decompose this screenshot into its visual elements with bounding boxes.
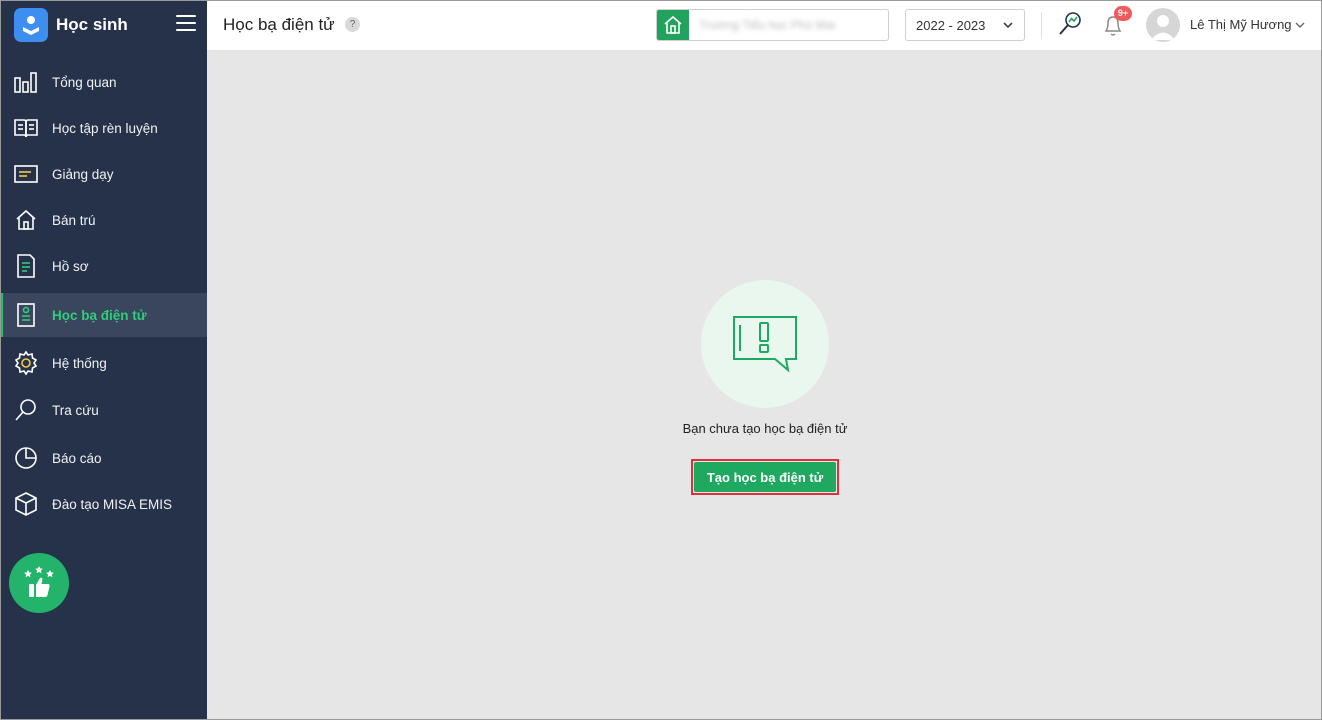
sidebar-item-label: Tra cứu (52, 402, 99, 418)
sidebar-item-label: Đào tạo MISA EMIS (52, 496, 173, 512)
avatar[interactable] (1146, 8, 1180, 42)
page-title: Học bạ điện tử (223, 15, 335, 34)
sidebar-item-ban-tru[interactable]: Bán trú (0, 198, 207, 242)
sidebar-item-label: Giảng dạy (52, 166, 114, 182)
school-home-icon (657, 10, 689, 40)
school-year-select[interactable]: 2022 - 2023 (905, 9, 1025, 41)
gear-icon (12, 349, 40, 377)
sidebar-item-tra-cuu[interactable]: Tra cứu (0, 388, 207, 432)
menu-toggle-button[interactable] (176, 15, 196, 33)
sidebar-item-label: Học bạ điện tử (52, 307, 147, 323)
lookup-icon[interactable] (1057, 10, 1083, 38)
pie-chart-icon (12, 444, 40, 472)
empty-state-message: Bạn chưa tạo học bạ điện tử (682, 421, 848, 436)
app-title: Học sinh (56, 15, 128, 34)
sidebar-item-tong-quan[interactable]: Tổng quan (0, 60, 207, 104)
user-name[interactable]: Lê Thị Mỹ Hương (1190, 17, 1292, 32)
sidebar-item-hoc-ba-dien-tu[interactable]: Học bạ điện tử (0, 293, 207, 337)
feedback-button[interactable] (9, 553, 69, 613)
school-selector[interactable]: Trường Tiểu học Phú Mai (656, 9, 889, 41)
house-icon (12, 206, 40, 234)
cube-icon (12, 490, 40, 518)
notification-badge: 9+ (1114, 6, 1132, 21)
sidebar-item-label: Hồ sơ (52, 258, 89, 274)
sidebar-item-label: Bán trú (52, 212, 96, 228)
search-icon (12, 396, 40, 424)
board-icon (12, 160, 40, 188)
record-book-icon (12, 301, 40, 329)
sidebar: Học sinh Tổng quan Học tập rèn luyện Giả… (0, 0, 207, 720)
sidebar-item-he-thong[interactable]: Hệ thống (0, 341, 207, 385)
sidebar-item-ho-so[interactable]: Hồ sơ (0, 244, 207, 288)
app-logo-icon (14, 8, 48, 42)
sidebar-item-label: Hệ thống (52, 355, 107, 371)
open-book-icon (12, 114, 40, 142)
top-header: Học bạ điện tử ? Trường Tiểu học Phú Mai… (207, 0, 1322, 51)
alert-message-icon (733, 316, 797, 373)
sidebar-item-giang-day[interactable]: Giảng dạy (0, 152, 207, 196)
chevron-down-icon (1003, 22, 1013, 29)
sidebar-item-label: Học tập rèn luyện (52, 120, 158, 136)
thumbs-up-stars-icon (24, 566, 54, 597)
create-record-button[interactable]: Tạo học bạ điện tử (694, 462, 836, 492)
sidebar-item-label: Tổng quan (52, 74, 117, 90)
sidebar-item-hoc-tap[interactable]: Học tập rèn luyện (0, 106, 207, 150)
help-icon[interactable]: ? (345, 17, 360, 32)
chevron-down-icon[interactable] (1294, 20, 1306, 30)
school-name: Trường Tiểu học Phú Mai (699, 18, 836, 32)
sidebar-item-dao-tao[interactable]: Đào tạo MISA EMIS (0, 482, 207, 526)
school-year-value: 2022 - 2023 (916, 18, 986, 33)
chart-bars-icon (12, 68, 40, 96)
document-icon (12, 252, 40, 280)
empty-state-illustration (701, 280, 829, 408)
header-divider (1041, 12, 1042, 38)
sidebar-item-bao-cao[interactable]: Báo cáo (0, 436, 207, 480)
sidebar-item-label: Báo cáo (52, 450, 102, 466)
